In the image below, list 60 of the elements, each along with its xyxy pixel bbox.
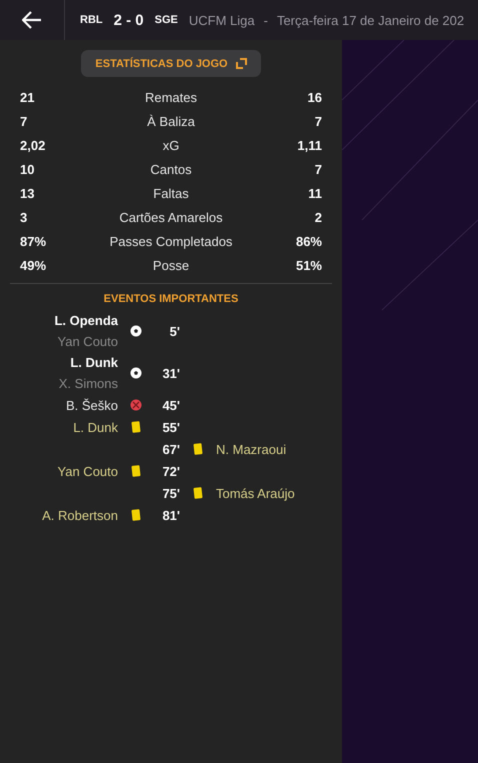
expand-icon <box>236 58 247 69</box>
away-stat-value: 1,11 <box>296 138 322 152</box>
player-name: L. Dunk <box>73 418 118 436</box>
event-minute: 81' <box>161 508 180 522</box>
away-stat-value: 2 <box>314 210 322 224</box>
event-minute: 75' <box>161 486 180 500</box>
home-stat-value: 7 <box>20 114 28 128</box>
away-stat-value: 16 <box>306 90 322 104</box>
home-stat-value: 21 <box>20 90 36 104</box>
home-stat-value: 10 <box>20 162 36 176</box>
away-team: SGE <box>154 14 178 26</box>
assist-name: X. Simons <box>58 375 118 393</box>
stat-label: Faltas <box>152 186 190 200</box>
player-name: L. Dunk <box>70 354 118 372</box>
away-stat-value: 51% <box>294 258 322 272</box>
home-stat-value: 87% <box>20 234 48 248</box>
event-minute: 55' <box>161 420 180 434</box>
events-title: EVENTOS IMPORTANTES <box>102 293 240 305</box>
stat-label: Passes Completados <box>108 234 234 248</box>
stat-label: À Baliza <box>146 114 196 128</box>
ball-icon <box>130 367 142 379</box>
home-team: RBL <box>80 14 103 26</box>
event-minute: 45' <box>161 398 180 412</box>
stat-label: Posse <box>152 258 190 272</box>
event-minute: 67' <box>161 442 180 456</box>
home-stat-value: 49% <box>20 258 48 272</box>
booking-card-icon <box>131 421 141 433</box>
crossed-ball-icon <box>130 399 142 411</box>
away-stat-value: 7 <box>314 162 322 176</box>
player-name: Tomás Araújo <box>216 484 295 503</box>
player-name: N. Mazraoui <box>216 440 286 458</box>
booking-card-icon <box>131 509 141 521</box>
score: 2 - 0 <box>114 12 144 28</box>
stat-label: Remates <box>144 90 198 104</box>
away-stat-value: 11 <box>307 186 322 200</box>
back-arrow-icon <box>22 11 42 29</box>
player-name: L. Openda <box>54 312 118 330</box>
separator: - <box>264 12 268 28</box>
away-stat-value: 86% <box>294 234 322 248</box>
home-stat-value: 2,02 <box>20 138 46 152</box>
competition-name: UCFM Liga <box>188 12 255 28</box>
booking-card-icon <box>131 465 141 477</box>
player-name: A. Robertson <box>42 506 118 524</box>
home-stat-value: 13 <box>20 186 36 200</box>
home-stat-value: 3 <box>20 210 28 224</box>
booking-card-icon <box>193 487 203 499</box>
ball-icon <box>130 325 142 337</box>
match-date: Terça-feira 17 de Janeiro de 202 <box>276 12 464 28</box>
assist-name: Yan Couto <box>58 333 118 351</box>
stat-label: xG <box>162 138 180 152</box>
event-minute: 72' <box>161 464 180 478</box>
player-name: Yan Couto <box>58 462 118 480</box>
booking-card-icon <box>193 443 203 455</box>
away-stat-value: 7 <box>314 114 322 128</box>
event-minute: 31' <box>161 366 180 380</box>
match-stats-button[interactable]: ESTATÍSTICAS DO JOGO <box>81 50 261 77</box>
event-minute: 5' <box>168 324 180 338</box>
player-name: B. Šeško <box>66 396 118 414</box>
stat-label: Cartões Amarelos <box>118 210 224 224</box>
stat-label: Cantos <box>149 162 193 176</box>
